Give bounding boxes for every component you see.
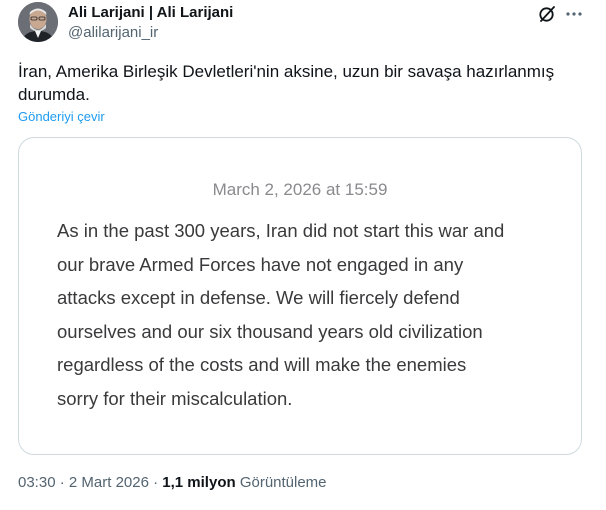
- statement-line: sorry for their miscalculation.: [57, 387, 293, 409]
- statement-line: attacks except in defense. We will fierc…: [57, 287, 460, 308]
- statement-line: regardless of the costs and will make th…: [57, 354, 467, 375]
- author-handle[interactable]: @alilarijani_ir: [68, 24, 158, 42]
- grok-icon-glyph: [539, 6, 555, 22]
- meta-separator: ·: [59, 474, 65, 491]
- statement-line: As in the past 300 years, Iran did not s…: [57, 220, 505, 241]
- more-icon[interactable]: [564, 4, 584, 24]
- meta-separator: ·: [153, 474, 159, 491]
- avatar[interactable]: [18, 2, 58, 42]
- avatar-image: [18, 2, 58, 42]
- views-count: 1,1 milyon: [162, 474, 236, 491]
- tweet-date[interactable]: 2 Mart 2026: [69, 474, 149, 491]
- tweet-time[interactable]: 03:30: [18, 474, 56, 491]
- statement-line: our brave Armed Forces have not engaged …: [57, 253, 464, 275]
- tweet: Ali Larijani | Ali Larijani @alilarijani…: [0, 0, 606, 510]
- tweet-meta: 03:30 · 2 Mart 2026 · 1,1 milyon Görüntü…: [18, 474, 327, 491]
- statement-text: As in the past 300 years, Iran did not s…: [57, 214, 557, 415]
- grok-icon[interactable]: [537, 4, 557, 24]
- views-label: Görüntüleme: [239, 474, 327, 491]
- statement-image-card[interactable]: March 2, 2026 at 15:59 As in the past 30…: [18, 137, 582, 455]
- translate-post-link[interactable]: Gönderiyi çevir: [18, 109, 105, 124]
- statement-date: March 2, 2026 at 15:59: [212, 180, 388, 199]
- author-display-name[interactable]: Ali Larijani | Ali Larijani: [68, 4, 233, 22]
- tweet-text: İran, Amerika Birleşik Devletleri'nin ak…: [18, 62, 555, 104]
- statement-line: ourselves and our six thousand years old…: [57, 320, 483, 342]
- more-icon-glyph: [566, 12, 582, 16]
